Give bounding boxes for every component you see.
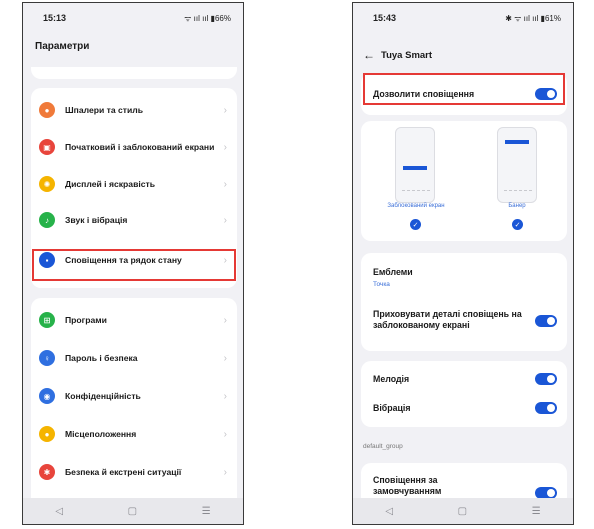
right-phone-screen: 15:43 ✱ ᯤ ııl ııl ▮61% ← Tuya Smart Дозв… <box>352 2 574 525</box>
chevron-right-icon: › <box>223 214 227 226</box>
image-icon: ▣ <box>39 139 55 155</box>
home-nav-icon[interactable]: ▢ <box>458 506 467 517</box>
chevron-right-icon: › <box>223 466 227 478</box>
key-icon: ♀ <box>39 350 55 366</box>
settings-item-label: Шпалери та стиль <box>65 104 144 115</box>
lock-screen-preview[interactable] <box>395 127 435 203</box>
settings-item-label: Пароль і безпека <box>65 352 138 363</box>
back-nav-icon[interactable]: ◁ <box>55 506 63 517</box>
highlight-notifications <box>32 249 236 281</box>
left-phone-screen: 15:13 ᯤ ııl ııl ▮66% Параметри ● Шпалери … <box>22 2 244 525</box>
lock-screen-check-icon[interactable]: ✓ <box>410 219 421 230</box>
group-label: default_group <box>363 443 403 450</box>
preview-dots <box>504 190 532 192</box>
chevron-right-icon: › <box>223 428 227 440</box>
settings-item[interactable]: ▣ Початковий і заблокований екрани › <box>31 128 237 166</box>
settings-item-label: Початковий і заблокований екрани <box>65 141 215 152</box>
status-bar: 15:43 ✱ ᯤ ııl ııl ▮61% <box>353 3 573 25</box>
badges-label[interactable]: Емблеми <box>373 267 413 278</box>
badges-value: Точка <box>373 281 390 288</box>
status-time: 15:13 <box>43 13 67 23</box>
banner-caption: Банер <box>508 203 526 209</box>
settings-item[interactable]: ● Місцеположення › <box>31 418 237 450</box>
settings-item[interactable]: ✺ Дисплей і яскравість › <box>31 168 237 200</box>
navigation-bar: ◁ ▢ ☰ <box>353 498 573 524</box>
chevron-right-icon: › <box>223 178 227 190</box>
sun-icon: ✺ <box>39 176 55 192</box>
ringtone-label: Мелодія <box>373 374 410 384</box>
ringtone-toggle[interactable] <box>535 373 557 385</box>
status-icons: ✱ ᯤ ııl ııl ▮61% <box>505 14 561 23</box>
back-arrow-icon[interactable]: ← <box>363 48 375 62</box>
navigation-bar: ◁ ▢ ☰ <box>23 498 243 524</box>
status-time: 15:43 <box>373 13 397 23</box>
settings-item-label: Безпека й екстрені ситуації <box>65 466 182 477</box>
home-nav-icon[interactable]: ▢ <box>128 506 137 517</box>
menu-nav-icon[interactable]: ☰ <box>532 506 541 517</box>
palette-icon: ● <box>39 102 55 118</box>
preview-bar <box>403 166 427 170</box>
sound-card: Мелодія Вібрація <box>361 361 567 427</box>
settings-item[interactable]: ♀ Пароль і безпека › <box>31 342 237 374</box>
settings-group-2: ⊞ Програми › ♀ Пароль і безпека › ◉ Конфіденцій… <box>31 298 237 508</box>
settings-item[interactable]: ✱ Безпека й екстрені ситуації › <box>31 456 237 488</box>
app-title: Tuya Smart <box>381 49 433 61</box>
emergency-icon: ✱ <box>39 464 55 480</box>
chevron-right-icon: › <box>223 141 227 153</box>
chevron-right-icon: › <box>223 390 227 402</box>
preview-bar <box>505 140 529 144</box>
lock-screen-caption: Заблокований екран <box>387 203 445 209</box>
settings-item[interactable]: ♪ Звук і вібрація › <box>31 204 237 236</box>
vibration-label: Вібрація <box>373 403 411 413</box>
preview-dots <box>402 190 430 192</box>
location-icon: ● <box>39 426 55 442</box>
settings-item[interactable]: ⊞ Програми › <box>31 304 237 336</box>
chevron-right-icon: › <box>223 104 227 116</box>
page-title: Параметри <box>35 41 90 52</box>
status-bar: 15:13 ᯤ ııl ııl ▮66% <box>23 3 243 25</box>
hide-details-toggle[interactable] <box>535 315 557 327</box>
badges-card: Емблеми Точка Приховувати деталі сповіще… <box>361 253 567 351</box>
chevron-right-icon: › <box>223 314 227 326</box>
settings-item[interactable]: ● Шпалери та стиль › <box>31 94 237 126</box>
bell-icon: ♪ <box>39 212 55 228</box>
app-header: ← Tuya Smart <box>353 45 573 65</box>
apps-icon: ⊞ <box>39 312 55 328</box>
settings-item[interactable]: ◉ Конфіденційність › <box>31 380 237 412</box>
default-notifications-label: Сповіщення за замовчуванням <box>373 475 442 496</box>
settings-item-label: Програми <box>65 314 107 325</box>
settings-item-label: Конфіденційність <box>65 390 141 401</box>
settings-item-label: Дисплей і яскравість <box>65 178 156 189</box>
vibration-toggle[interactable] <box>535 402 557 414</box>
menu-nav-icon[interactable]: ☰ <box>202 506 211 517</box>
chevron-right-icon: › <box>223 352 227 364</box>
hide-details-label: Приховувати деталі сповіщень на заблоков… <box>373 309 522 330</box>
settings-item-label: Звук і вібрація <box>65 214 128 225</box>
status-icons: ᯤ ııl ııl ▮66% <box>184 14 231 23</box>
previous-card <box>31 67 237 79</box>
highlight-allow-notifications <box>363 73 565 105</box>
settings-item-label: Місцеположення <box>65 428 137 439</box>
banner-preview[interactable] <box>497 127 537 203</box>
banner-check-icon[interactable]: ✓ <box>512 219 523 230</box>
notification-style-card: Заблокований екран Банер ✓ ✓ <box>361 121 567 241</box>
back-nav-icon[interactable]: ◁ <box>385 506 393 517</box>
privacy-icon: ◉ <box>39 388 55 404</box>
